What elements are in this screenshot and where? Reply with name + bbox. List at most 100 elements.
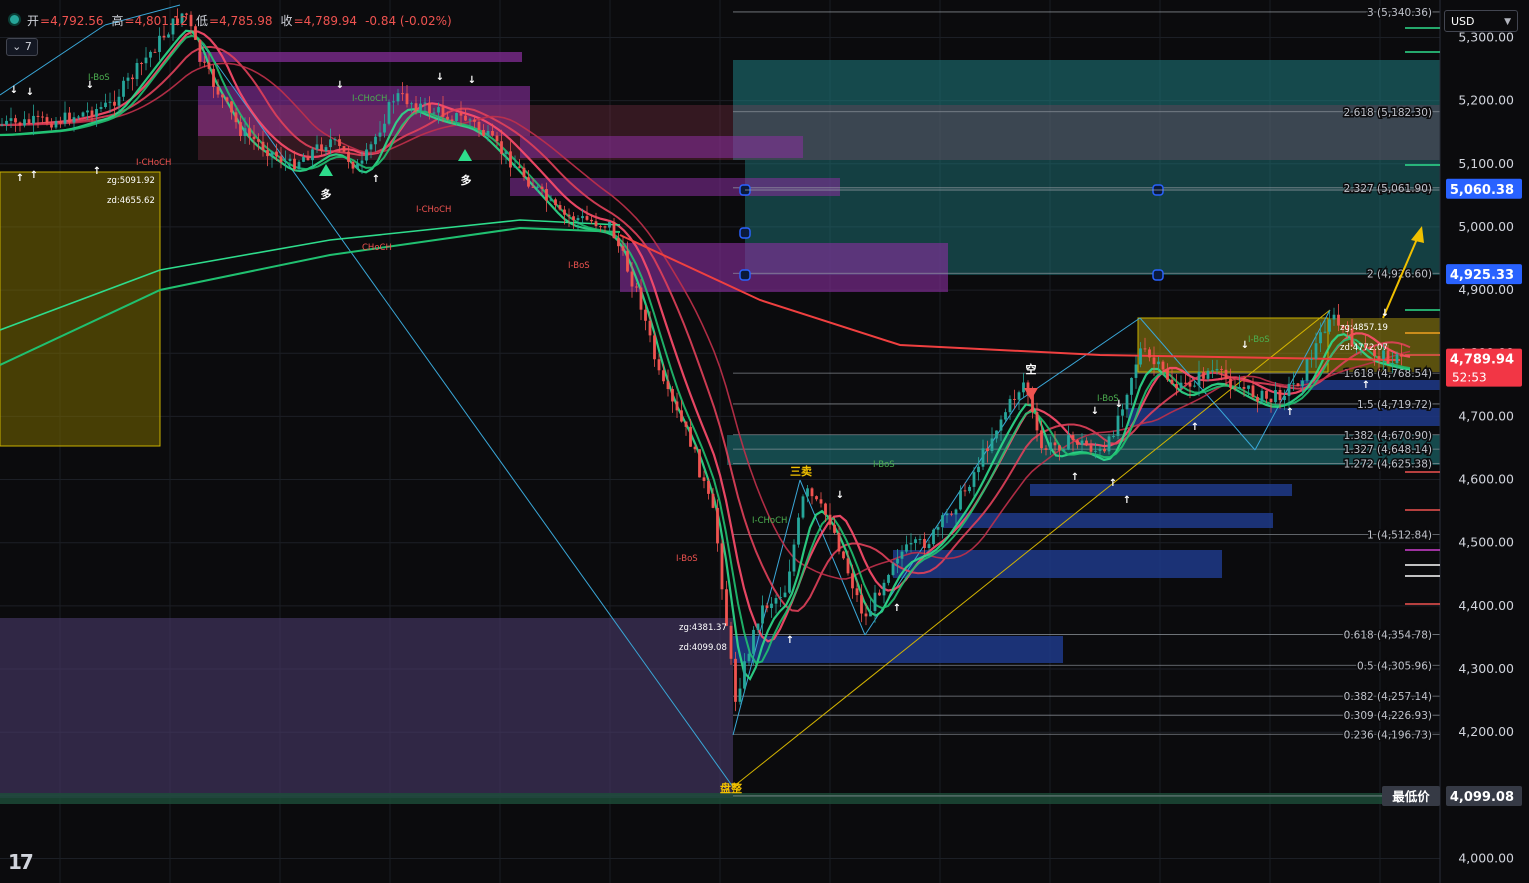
arrow-down-icon: ↓ [336, 80, 344, 91]
candle [891, 563, 895, 575]
tradingview-logo-icon[interactable]: 17 [8, 850, 34, 874]
candle [1215, 368, 1219, 371]
candle [347, 151, 350, 162]
candle [720, 543, 724, 590]
drawing-handle [739, 227, 751, 239]
candle [1148, 349, 1151, 358]
chart-annotation: I-BoS [568, 261, 590, 271]
candle [1296, 383, 1300, 387]
fib-label: 1.327 (4,648.14) [1344, 444, 1432, 456]
candle [612, 221, 616, 239]
candle [419, 103, 422, 111]
candle [689, 426, 692, 447]
arrow-up-icon: ↑ [93, 166, 101, 177]
candle [495, 135, 499, 142]
price-badge-label: 4,099.08 [1450, 790, 1514, 805]
candle [1305, 359, 1309, 381]
candle [257, 139, 260, 142]
candle [1287, 383, 1291, 397]
candle [941, 515, 944, 528]
candle [1323, 331, 1327, 333]
indicator-collapse-button[interactable]: ⌄ 7 [6, 38, 38, 56]
candle [1206, 370, 1210, 379]
chart-annotation: 多 [321, 187, 332, 201]
candle [77, 116, 80, 118]
candle [1238, 386, 1241, 389]
candle [518, 166, 521, 168]
candle [1085, 440, 1088, 446]
candle [239, 122, 242, 137]
arrow-down-icon: ↓ [836, 490, 844, 501]
candle [1193, 385, 1196, 387]
price-tick-label: 4,500.00 [1458, 535, 1514, 550]
candle [810, 488, 814, 497]
candle [837, 532, 841, 552]
candle [801, 496, 805, 518]
candle [545, 188, 548, 201]
candle [828, 514, 832, 525]
candle [819, 499, 823, 504]
candle [1071, 435, 1075, 441]
arrow-up-icon: ↑ [1362, 380, 1370, 391]
candle [635, 286, 638, 288]
arrow-up-icon: ↑ [1191, 422, 1199, 433]
candle [864, 613, 868, 617]
candle [693, 446, 697, 450]
candle [486, 131, 490, 136]
candle [18, 122, 22, 126]
candle [68, 112, 71, 123]
candle [887, 574, 890, 583]
price-chart[interactable]: 3 (5,340.36) 2.618 (5,182.30) 2.327 (5,061… [0, 0, 1529, 883]
purple-zone [520, 136, 803, 158]
candle [680, 410, 683, 422]
candle [1094, 450, 1097, 452]
candle [1319, 332, 1322, 344]
candle [581, 216, 584, 219]
candle [554, 199, 557, 206]
candle [1107, 436, 1111, 452]
purple-zone [198, 52, 522, 62]
arrow-down-icon: ↓ [1381, 308, 1389, 319]
candle [1040, 430, 1043, 449]
candle [1260, 390, 1264, 402]
countdown-label: 52:53 [1452, 371, 1487, 385]
candle [5, 120, 8, 125]
candle [117, 96, 121, 106]
candle [1143, 348, 1147, 350]
candle [1328, 319, 1331, 332]
candle [311, 149, 314, 161]
currency-select[interactable]: USD ▼ [1444, 10, 1518, 32]
candle [707, 480, 710, 494]
chevron-down-icon: ▼ [1504, 17, 1511, 27]
candle [266, 150, 269, 157]
candle [1188, 382, 1192, 387]
candle [779, 597, 782, 599]
candle [950, 513, 953, 515]
candle [86, 110, 89, 113]
candle [783, 592, 787, 598]
candle [1220, 368, 1223, 370]
candle [1035, 412, 1039, 431]
candle [302, 156, 305, 162]
candle [153, 51, 157, 53]
candle [806, 488, 809, 497]
chart-annotation: zd:4099.08 [679, 643, 727, 653]
chart-annotation: I-BoS [676, 554, 698, 564]
candle [216, 86, 220, 95]
candle [648, 320, 652, 336]
candle [855, 588, 859, 596]
arrow-up-icon: ↑ [1109, 478, 1117, 489]
candle [90, 110, 94, 117]
candle [1292, 383, 1295, 385]
candle [1098, 448, 1102, 451]
candle [405, 93, 409, 105]
chart-annotation: 盘整 [720, 781, 742, 795]
candle [1049, 442, 1052, 450]
candle [833, 524, 836, 533]
candle [329, 139, 332, 148]
candle [945, 513, 949, 516]
candle [212, 68, 215, 87]
candle [387, 102, 391, 124]
candle [1274, 389, 1277, 403]
candle [41, 116, 44, 118]
